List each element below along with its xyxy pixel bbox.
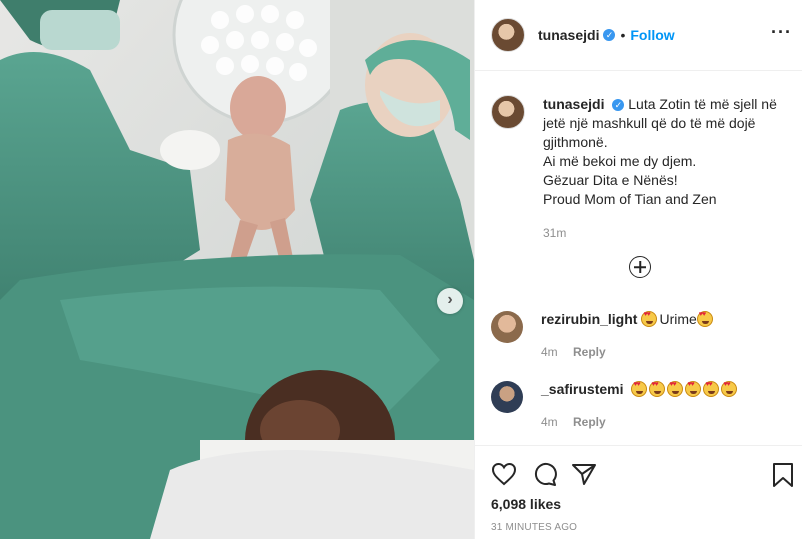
- caption-line: Proud Mom of Tian and Zen: [543, 191, 717, 207]
- comment-avatar[interactable]: [491, 381, 523, 413]
- comment-time: 4m: [541, 345, 558, 359]
- post-photo[interactable]: ›: [0, 0, 474, 539]
- username[interactable]: tunasejdi: [538, 27, 599, 43]
- delivery-room-photo: [0, 0, 474, 539]
- avatar[interactable]: [491, 18, 525, 52]
- caption-line: Ai më bekoi me dy djem.: [543, 153, 697, 169]
- caption: tunasejdi ✓ Luta Zotin të më sjell në je…: [475, 71, 802, 243]
- post-timestamp[interactable]: 31 MINUTES AGO: [491, 522, 577, 533]
- post-header: tunasejdi ✓ • Follow ···: [475, 0, 802, 71]
- heart-eyes-emoji-icon: [696, 311, 713, 327]
- reply-button[interactable]: Reply: [573, 415, 606, 429]
- heart-eyes-emoji-icon: [685, 381, 702, 397]
- follow-button[interactable]: Follow: [630, 27, 674, 43]
- post-sidebar: tunasejdi ✓ • Follow ··· tunasejdi ✓ Lut…: [474, 0, 802, 539]
- verified-badge-icon: ✓: [612, 99, 625, 111]
- heart-eyes-emoji-icon: [641, 311, 658, 327]
- verified-badge-icon: ✓: [603, 29, 616, 41]
- comment-text: Urime: [659, 311, 697, 327]
- bookmark-icon[interactable]: [771, 462, 795, 488]
- comment-time: 4m: [541, 415, 558, 429]
- likes-count[interactable]: 6,098 likes: [491, 496, 561, 512]
- caption-text: tunasejdi ✓ Luta Zotin të më sjell në je…: [543, 95, 777, 243]
- plus-circle-icon[interactable]: [629, 256, 651, 278]
- comment-item: _safirustemi 4m Reply: [491, 381, 739, 429]
- heart-eyes-emoji-icon: [649, 381, 666, 397]
- comment-body: _safirustemi 4m Reply: [541, 381, 739, 429]
- reply-button[interactable]: Reply: [573, 345, 606, 359]
- heart-eyes-emoji-icon: [631, 381, 648, 397]
- comment-icon[interactable]: [532, 462, 558, 486]
- comment-meta: 4m Reply: [541, 415, 739, 429]
- comment-username[interactable]: rezirubin_light: [541, 311, 637, 327]
- caption-line: gjithmonë.: [543, 134, 608, 150]
- action-bar: 6,098 likes 31 MINUTES AGO: [475, 445, 802, 540]
- caption-line: Gëzuar Dita e Nënës!: [543, 172, 678, 188]
- comment-meta: 4m Reply: [541, 345, 715, 359]
- caption-username[interactable]: tunasejdi: [543, 96, 604, 112]
- next-photo-button[interactable]: ›: [437, 288, 463, 314]
- separator-dot: •: [620, 27, 626, 43]
- heart-eyes-emoji-icon: [667, 381, 684, 397]
- heart-eyes-emoji-icon: [721, 381, 738, 397]
- comment-avatar[interactable]: [491, 311, 523, 343]
- more-options-icon[interactable]: ···: [771, 23, 792, 41]
- caption-avatar[interactable]: [491, 95, 525, 129]
- comment-username[interactable]: _safirustemi: [541, 381, 623, 397]
- comment-item: rezirubin_light Urime 4m Reply: [491, 311, 715, 359]
- paper-plane-icon[interactable]: [571, 462, 597, 486]
- caption-line: Luta Zotin të më sjell në: [628, 96, 777, 112]
- heart-icon[interactable]: [491, 462, 517, 486]
- instagram-post: › tunasejdi ✓ • Follow ··· tunasejdi ✓ L…: [0, 0, 802, 539]
- caption-time: 31m: [543, 226, 567, 240]
- heart-eyes-emoji-icon: [703, 381, 720, 397]
- comment-body: rezirubin_light Urime 4m Reply: [541, 311, 715, 359]
- caption-line: jetë një mashkull që do të më dojë: [543, 115, 756, 131]
